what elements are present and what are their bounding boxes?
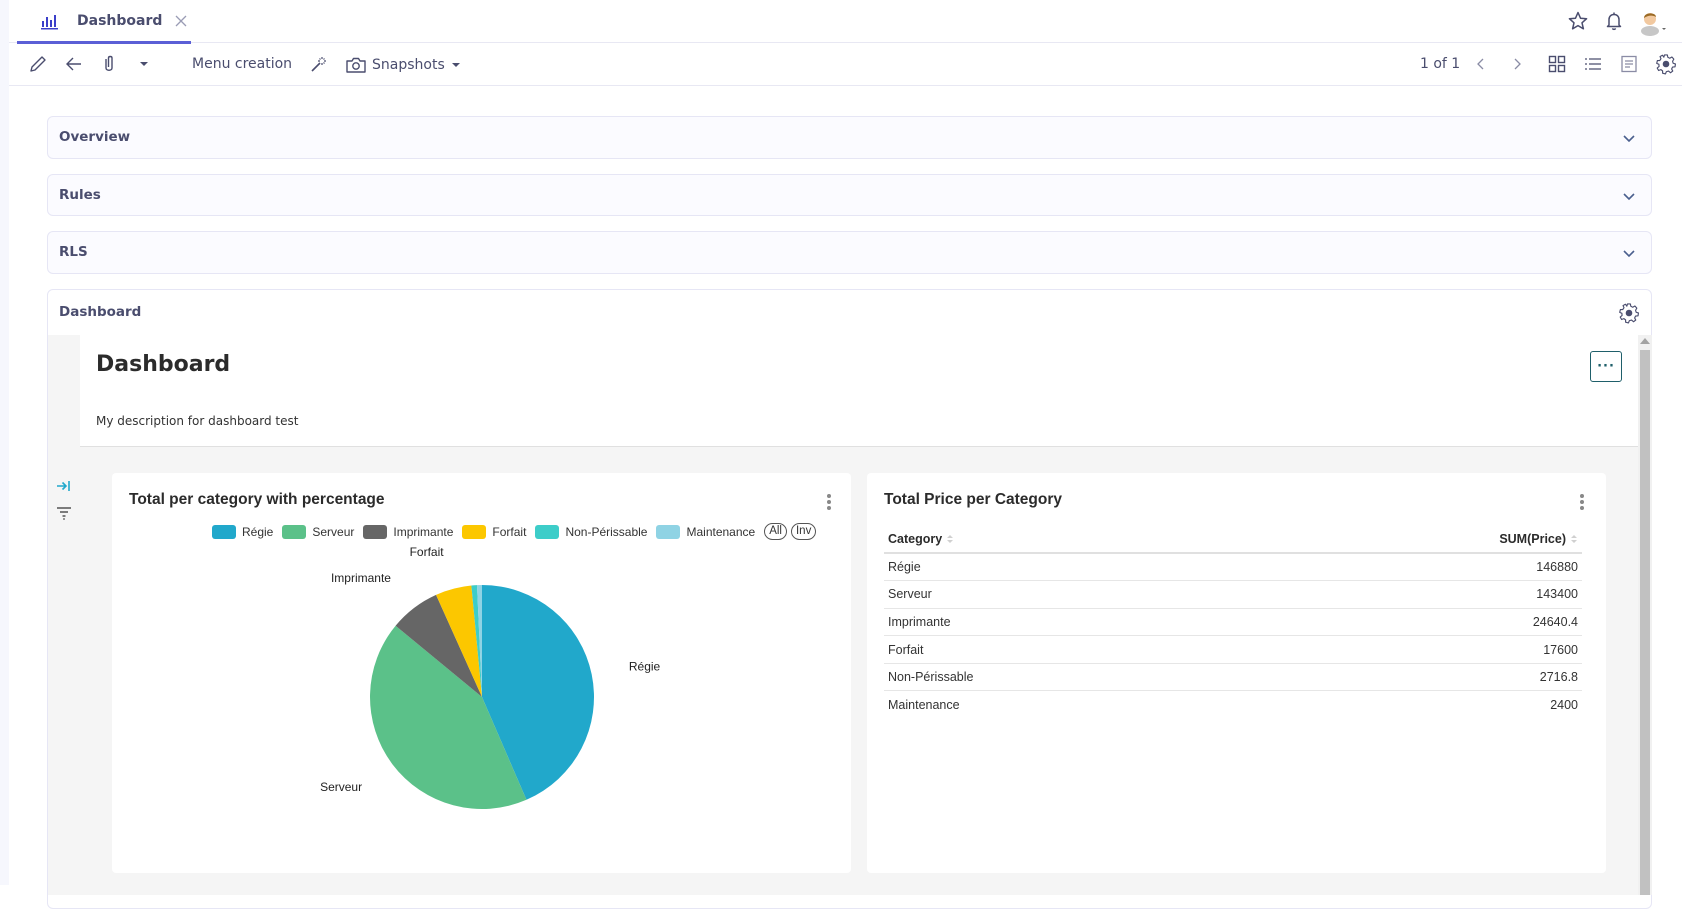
previous-record-button[interactable]	[1470, 53, 1492, 75]
menu-creation-button[interactable]: Menu creation	[192, 56, 292, 72]
panel-title: RLS	[59, 244, 88, 260]
data-table: Category SUM(Price) Régie 146880 Serveur 1…	[884, 525, 1582, 719]
left-strip	[0, 0, 9, 885]
list-view-button[interactable]	[1582, 53, 1604, 75]
form-view-icon	[1621, 55, 1637, 73]
chevron-down-icon[interactable]	[1621, 188, 1637, 204]
form-view-button[interactable]	[1618, 53, 1640, 75]
pencil-icon	[30, 56, 46, 72]
grid-view-button[interactable]	[1546, 53, 1568, 75]
filter-icon[interactable]	[54, 505, 74, 521]
cell-category: Serveur	[884, 580, 1247, 609]
avatar-icon	[1641, 13, 1666, 36]
chevron-down-icon[interactable]	[1621, 245, 1637, 261]
column-header-category[interactable]: Category	[884, 525, 1247, 554]
cell-value: 146880	[1246, 553, 1582, 582]
panel-title: Dashboard	[59, 304, 142, 320]
panel-overview[interactable]: Overview	[47, 116, 1652, 159]
table-row: Régie 146880	[884, 553, 1582, 582]
column-label: Category	[888, 531, 943, 546]
caret-down-icon	[451, 63, 460, 67]
grid-view-icon	[1548, 55, 1566, 73]
dashboard-description: My description for dashboard test	[96, 414, 299, 428]
panel-title: Rules	[59, 187, 101, 203]
table-title: Total Price per Category	[884, 491, 1063, 508]
card-menu-icon[interactable]	[1578, 492, 1586, 512]
toolbar: Menu creation Snapshots 1 of 1	[9, 44, 1682, 86]
cell-value: 24640.4	[1246, 608, 1582, 637]
attachment-button[interactable]	[98, 53, 120, 75]
edit-button[interactable]	[27, 53, 49, 75]
table-row: Imprimante 24640.4	[884, 608, 1582, 637]
sort-icon	[1571, 535, 1577, 544]
pie-chart: Régie Serveur Imprimante Forfait	[320, 545, 661, 809]
pie-slice-label: Imprimante	[331, 571, 391, 585]
back-button[interactable]	[63, 53, 85, 75]
paperclip-icon	[105, 55, 113, 71]
chevron-right-icon	[1514, 58, 1521, 70]
tab-bar: Dashboard	[9, 0, 1682, 44]
star-icon[interactable]	[1567, 10, 1589, 32]
table-row: Forfait 17600	[884, 635, 1582, 664]
column-label: SUM(Price)	[1499, 531, 1566, 546]
cell-category: Maintenance	[888, 698, 960, 713]
bell-icon[interactable]	[1603, 10, 1625, 32]
close-icon[interactable]	[174, 14, 188, 28]
panel-title: Overview	[59, 129, 131, 145]
magic-button[interactable]	[308, 53, 330, 75]
bar-chart-icon	[41, 14, 58, 29]
cell-value: 17600	[1246, 635, 1582, 664]
magic-wand-icon	[311, 57, 326, 72]
snapshots-button[interactable]: Snapshots	[345, 53, 462, 77]
tab-label: Dashboard	[77, 12, 163, 29]
cell-category: Forfait	[884, 635, 1247, 664]
pie-chart-card: Total per category with percentage Régie…	[112, 473, 851, 873]
cell-category: Régie	[884, 553, 1247, 582]
snapshots-label: Snapshots	[372, 57, 445, 73]
settings-button[interactable]	[1655, 53, 1677, 75]
tab-dashboard[interactable]: Dashboard	[17, 0, 191, 44]
chevron-down-icon[interactable]	[1621, 130, 1637, 146]
pagination-counter: 1 of 1	[1420, 56, 1461, 72]
more-dropdown-button[interactable]	[133, 53, 155, 75]
table-header-row: Category SUM(Price)	[884, 525, 1582, 554]
table-row: Maintenance 2400	[884, 691, 1582, 719]
scrollbar-thumb[interactable]	[1640, 350, 1650, 895]
pie-slice-label: Serveur	[320, 780, 362, 794]
cell-category: Non-Périssable	[884, 663, 1247, 692]
pie-slice-label: Régie	[629, 660, 661, 674]
sort-icon	[947, 535, 954, 544]
caret-down-icon	[140, 62, 148, 66]
back-arrow-icon	[66, 57, 81, 71]
column-header-sum-price[interactable]: SUM(Price)	[1246, 525, 1582, 554]
dashboard-title: Dashboard	[96, 352, 231, 377]
cell-value: 2400	[1550, 698, 1578, 713]
table-card: Total Price per Category Category SUM(Pr…	[867, 473, 1606, 873]
dashboard-settings-icon[interactable]	[1618, 302, 1640, 324]
cell-value: 143400	[1246, 580, 1582, 609]
expand-filters-icon[interactable]	[54, 478, 74, 494]
panel-rls[interactable]: RLS	[47, 231, 1652, 274]
scroll-up-arrow[interactable]	[1640, 338, 1650, 344]
panel-rules[interactable]: Rules	[47, 174, 1652, 216]
next-record-button[interactable]	[1506, 53, 1528, 75]
dashboard-more-button[interactable]: ···	[1590, 351, 1622, 382]
dashboard-header	[80, 335, 1638, 447]
cell-value: 2716.8	[1246, 663, 1582, 692]
settings-gear-icon	[1656, 54, 1676, 75]
cell-category: Imprimante	[884, 608, 1247, 637]
chevron-left-icon	[1477, 58, 1484, 70]
table-row: Non-Périssable 2716.8	[884, 663, 1582, 692]
user-avatar[interactable]	[1638, 8, 1668, 36]
table-row: Serveur 143400	[884, 580, 1582, 609]
pie-slice-label: Forfait	[410, 545, 445, 559]
list-view-icon	[1585, 58, 1601, 70]
camera-icon	[346, 57, 366, 73]
